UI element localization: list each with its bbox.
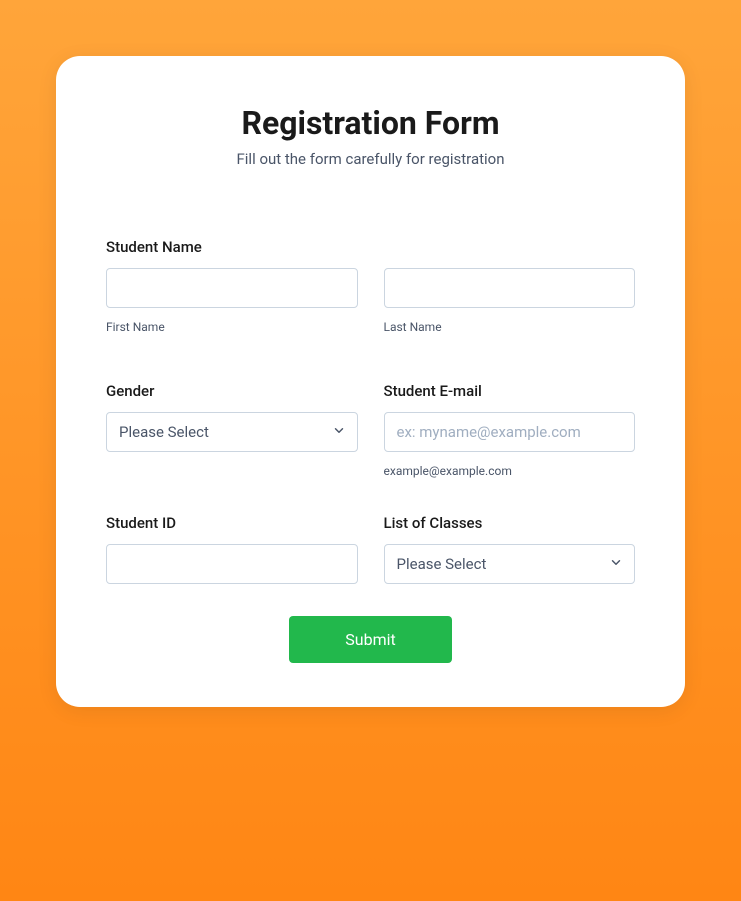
gender-label: Gender (106, 382, 358, 400)
registration-card: Registration Form Fill out the form care… (56, 56, 685, 707)
last-name-col: Last Name (384, 268, 636, 334)
form-header: Registration Form Fill out the form care… (106, 104, 635, 168)
first-name-input[interactable] (106, 268, 358, 308)
gender-select[interactable]: Please Select (106, 412, 358, 452)
last-name-input[interactable] (384, 268, 636, 308)
email-field: Student E-mail example@example.com (384, 382, 636, 478)
gender-field: Gender Please Select (106, 382, 358, 478)
submit-wrap: Submit (106, 616, 635, 663)
submit-button[interactable]: Submit (289, 616, 451, 663)
student-id-field: Student ID (106, 514, 358, 584)
email-input[interactable] (384, 412, 636, 452)
student-name-label: Student Name (106, 238, 635, 256)
form-title: Registration Form (106, 104, 635, 142)
student-id-label: Student ID (106, 514, 358, 532)
form-subtitle: Fill out the form carefully for registra… (106, 150, 635, 168)
first-name-col: First Name (106, 268, 358, 334)
classes-select-wrap: Please Select (384, 544, 636, 584)
gender-select-wrap: Please Select (106, 412, 358, 452)
email-sublabel: example@example.com (384, 464, 636, 478)
id-classes-row: Student ID List of Classes Please Select (106, 514, 635, 584)
classes-field: List of Classes Please Select (384, 514, 636, 584)
email-label: Student E-mail (384, 382, 636, 400)
classes-label: List of Classes (384, 514, 636, 532)
first-name-sublabel: First Name (106, 320, 358, 334)
classes-select[interactable]: Please Select (384, 544, 636, 584)
student-name-group: Student Name First Name Last Name (106, 238, 635, 334)
gender-email-row: Gender Please Select Student E-mail exam… (106, 382, 635, 478)
student-id-input[interactable] (106, 544, 358, 584)
name-inputs-row: First Name Last Name (106, 268, 635, 334)
last-name-sublabel: Last Name (384, 320, 636, 334)
